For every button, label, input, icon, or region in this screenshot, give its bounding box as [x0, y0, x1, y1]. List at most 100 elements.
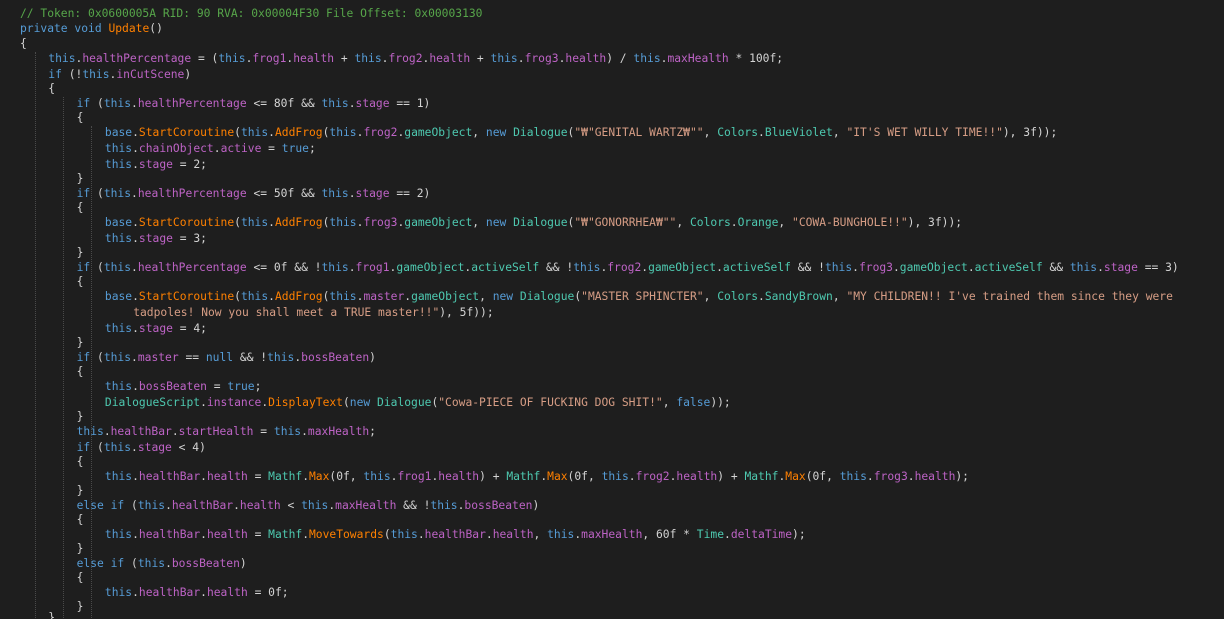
code-line: if (this.healthPercentage <= 80f && this… — [77, 97, 431, 111]
code-token: healthPercentage — [137, 187, 247, 200]
code-token: DialogueScript — [104, 396, 201, 409]
code-token: this — [301, 499, 329, 512]
code-token: Max — [547, 470, 568, 483]
code-token: ( — [234, 216, 241, 229]
code-token: = 0f; — [247, 586, 289, 599]
code-token: = — [247, 470, 269, 483]
code-token: . — [716, 261, 723, 274]
code-token: this — [573, 261, 601, 274]
code-line: this.healthBar.health = Mathf.MoveToward… — [105, 528, 806, 542]
code-token: ( — [383, 528, 391, 541]
code-token: ) — [532, 499, 540, 512]
code-line: { — [77, 111, 84, 125]
code-token: stage — [355, 187, 390, 200]
code-token: this — [321, 97, 349, 110]
code-token: stage — [137, 441, 172, 454]
code-line: this.stage = 3; — [105, 232, 207, 246]
code-token: Max — [309, 470, 330, 483]
code-token: { — [76, 571, 84, 584]
code-token: . — [165, 499, 172, 512]
code-token: health — [565, 52, 607, 65]
code-token: StartCoroutine — [138, 126, 235, 139]
code-token: tadpoles! Now you shall meet a TRUE mast… — [133, 306, 440, 319]
code-token: this — [321, 187, 349, 200]
code-token: , — [472, 126, 486, 139]
code-token: frog1 — [252, 52, 287, 65]
code-token: } — [48, 611, 56, 619]
code-token: ( — [90, 441, 104, 454]
code-token: if — [110, 499, 125, 512]
code-token: if — [76, 351, 91, 364]
code-token: frog2 — [607, 261, 642, 274]
code-token: this — [104, 528, 133, 541]
code-token: , — [703, 126, 718, 139]
code-token: frog2 — [363, 126, 398, 139]
code-token: ) + — [479, 470, 507, 483]
code-token: this — [240, 126, 269, 139]
code-token: healthBar — [171, 499, 234, 512]
code-line: } — [77, 600, 84, 614]
code-token: { — [76, 275, 84, 288]
code-token: && ! — [539, 261, 574, 274]
code-token: this — [103, 441, 132, 454]
code-token: . — [132, 380, 139, 393]
code-token: health — [206, 586, 248, 599]
code-token: = 3; — [172, 232, 207, 245]
code-token: frog1 — [355, 261, 390, 274]
code-token: "MY CHILDREN!! I've trained them since t… — [846, 290, 1173, 303]
code-token: deltaTime — [730, 528, 793, 541]
code-token: , — [832, 126, 847, 139]
code-token: = — [206, 380, 228, 393]
code-token: "MASTER SPHINCTER" — [581, 290, 704, 303]
code-token: . — [348, 261, 356, 274]
code-token: frog3 — [363, 216, 398, 229]
code-token: Colors — [689, 216, 731, 229]
code-token: "₩"GONORRHEA₩"" — [574, 216, 677, 229]
code-token: && ! — [233, 351, 268, 364]
code-token: StartCoroutine — [138, 216, 235, 229]
code-token: gameObject — [404, 216, 473, 229]
code-token: healthBar — [138, 528, 201, 541]
code-token: && ! — [396, 499, 431, 512]
code-token: == 3) — [1137, 261, 1179, 274]
code-token: healthBar — [110, 425, 172, 438]
code-token: health — [676, 470, 718, 483]
code-token: Dialogue — [513, 216, 568, 229]
code-line: } — [77, 336, 84, 350]
code-editor[interactable]: // Token: 0x0600005A RID: 90 RVA: 0x0000… — [0, 0, 1224, 619]
code-line: } — [77, 410, 84, 424]
code-token: <= 80f && — [246, 97, 322, 110]
code-token: . — [200, 470, 207, 483]
code-token: )); — [710, 396, 731, 409]
code-token: this — [104, 322, 133, 335]
code-token: . — [131, 441, 138, 454]
code-token: if — [110, 557, 125, 570]
code-token: ) — [239, 557, 247, 570]
code-token: this — [103, 351, 132, 364]
code-token: . — [132, 216, 139, 229]
code-token: if — [48, 68, 62, 81]
code-line: this.stage = 2; — [105, 158, 207, 172]
code-token: "COWA-BUNGHOLE!!" — [792, 216, 908, 229]
code-line: DialogueScript.instance.DisplayText(new … — [105, 396, 731, 410]
code-token: stage — [355, 97, 390, 110]
code-token: . — [200, 528, 207, 541]
code-token: gameObject — [648, 261, 717, 274]
code-token: . — [892, 261, 900, 274]
code-token: this — [104, 142, 133, 155]
code-token: bossBeaten — [171, 557, 240, 570]
code-token: new — [492, 290, 514, 303]
code-line: { — [48, 82, 55, 96]
code-token: else — [76, 499, 104, 512]
code-token: ( — [90, 187, 104, 200]
code-token: healthPercentage — [137, 97, 247, 110]
code-token: bossBeaten — [138, 380, 207, 393]
code-token: . — [171, 425, 179, 438]
code-token: . — [103, 425, 111, 438]
code-token: { — [20, 37, 27, 50]
code-token: ( — [342, 396, 350, 409]
code-token: ), 3f)); — [907, 216, 963, 229]
code-token: { — [76, 513, 84, 526]
